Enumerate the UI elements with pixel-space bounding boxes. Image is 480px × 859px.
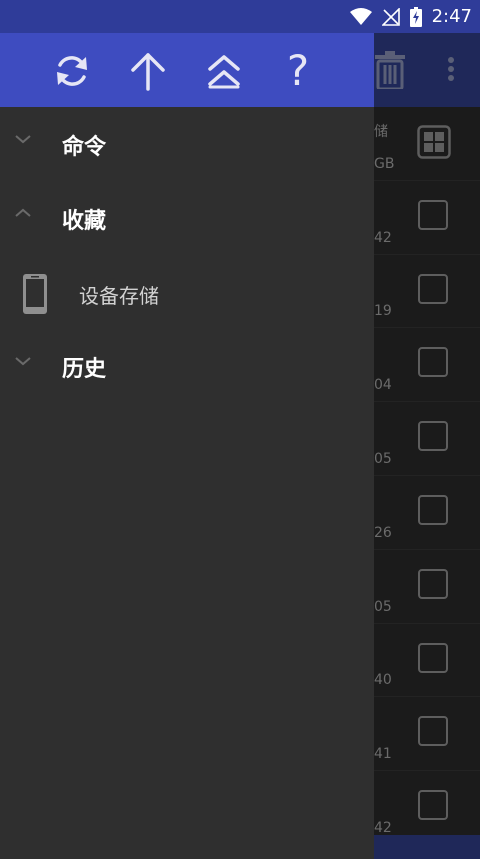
chevron-down-icon <box>15 357 31 366</box>
status-time: 2:47 <box>431 6 472 27</box>
list-item-meta: 05 <box>374 450 392 467</box>
more-options-icon[interactable] <box>443 55 459 85</box>
list-item-meta: 05 <box>374 598 392 615</box>
list-item-meta: 42 <box>374 229 392 246</box>
chevron-down-icon <box>15 135 31 144</box>
checkbox[interactable] <box>418 199 448 230</box>
section-history-label: 历史 <box>62 357 107 382</box>
list-item-meta-top: 储 <box>374 124 388 140</box>
no-signal-icon <box>381 7 400 26</box>
list-item-meta: 40 <box>374 672 392 689</box>
checkbox[interactable] <box>418 347 448 378</box>
list-item-meta: 42 <box>374 819 392 836</box>
grid-view-icon[interactable] <box>417 125 451 159</box>
navigation-drawer: ? 命令 收藏 设备存储 历史 <box>0 33 374 859</box>
section-favorites-label: 收藏 <box>62 209 107 234</box>
go-top-button[interactable] <box>202 51 246 91</box>
section-commands-label: 命令 <box>62 135 107 160</box>
section-history[interactable]: 历史 <box>0 329 374 403</box>
checkbox[interactable] <box>418 494 448 525</box>
refresh-icon <box>57 56 87 86</box>
background-bottom-bar <box>374 835 480 859</box>
favorite-item-device-storage[interactable]: 设备存储 <box>0 255 374 329</box>
checkbox[interactable] <box>418 790 448 821</box>
list-item-meta: 04 <box>374 377 392 394</box>
help-icon: ? <box>286 46 310 95</box>
chevron-up-icon <box>15 208 31 217</box>
refresh-button[interactable] <box>50 51 94 91</box>
list-item-meta: GB <box>374 155 395 172</box>
checkbox[interactable] <box>418 421 448 452</box>
checkbox[interactable] <box>418 568 448 599</box>
favorite-item-label: 设备存储 <box>79 284 159 308</box>
checkbox[interactable] <box>418 716 448 747</box>
wifi-icon <box>349 7 372 25</box>
section-commands[interactable]: 命令 <box>0 107 374 181</box>
list-item-meta: 19 <box>374 303 392 320</box>
arrow-up-icon <box>131 53 165 91</box>
battery-charging-icon <box>409 6 422 27</box>
status-icons: 2:47 <box>349 4 472 29</box>
trash-icon[interactable] <box>373 51 407 89</box>
phone-icon <box>23 274 47 314</box>
double-chevron-up-icon <box>208 55 240 89</box>
status-bar: 2:47 <box>0 0 480 33</box>
go-up-button[interactable] <box>126 51 170 91</box>
drawer-toolbar: ? <box>0 33 374 107</box>
help-button[interactable]: ? <box>276 46 320 95</box>
checkbox[interactable] <box>418 642 448 673</box>
section-favorites[interactable]: 收藏 <box>0 181 374 255</box>
list-item-meta: 41 <box>374 746 392 763</box>
list-item-meta: 26 <box>374 524 392 541</box>
checkbox[interactable] <box>418 273 448 304</box>
